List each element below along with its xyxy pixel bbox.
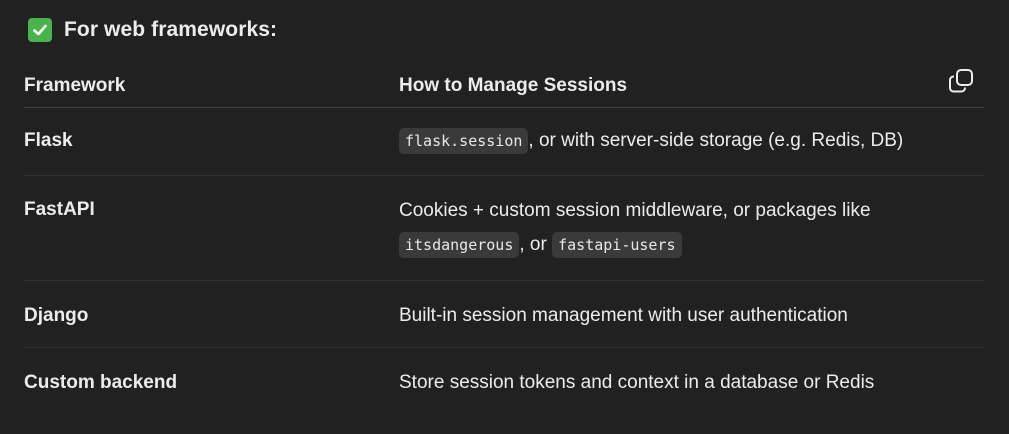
session-description: Built-in session management with user au… xyxy=(399,305,848,326)
column-header-framework: Framework xyxy=(24,74,126,96)
description-text: , or xyxy=(519,234,547,255)
inline-code: itsdangerous xyxy=(399,232,520,258)
framework-name: Django xyxy=(24,305,89,326)
table-row: FastAPI Cookies + custom session middlew… xyxy=(24,176,984,281)
description-text: , or with server-side storage (e.g. Redi… xyxy=(528,130,904,151)
session-description: Cookies + custom session middleware, or … xyxy=(399,194,984,280)
table-row: Django Built-in session management with … xyxy=(24,281,984,348)
framework-name: FastAPI xyxy=(24,199,95,220)
session-description: Store session tokens and context in a da… xyxy=(399,372,875,393)
section-heading: For web frameworks: xyxy=(28,18,277,42)
framework-name: Custom backend xyxy=(24,372,178,393)
session-description: flask.session, or with server-side stora… xyxy=(399,124,984,175)
description-text: Cookies + custom session middleware, or … xyxy=(399,200,871,221)
column-header-sessions: How to Manage Sessions xyxy=(399,74,628,96)
heading-title: For web frameworks: xyxy=(64,18,278,41)
inline-code: fastapi-users xyxy=(552,232,682,258)
inline-code: flask.session xyxy=(399,128,529,154)
frameworks-table: Framework How to Manage Sessions Flask f… xyxy=(24,64,984,415)
table-row: Custom backend Store session tokens and … xyxy=(24,348,984,415)
table-row: Flask flask.session, or with server-side… xyxy=(24,108,984,176)
table-header-row: Framework How to Manage Sessions xyxy=(24,64,984,108)
framework-name: Flask xyxy=(24,130,73,151)
check-box-icon xyxy=(28,18,52,42)
